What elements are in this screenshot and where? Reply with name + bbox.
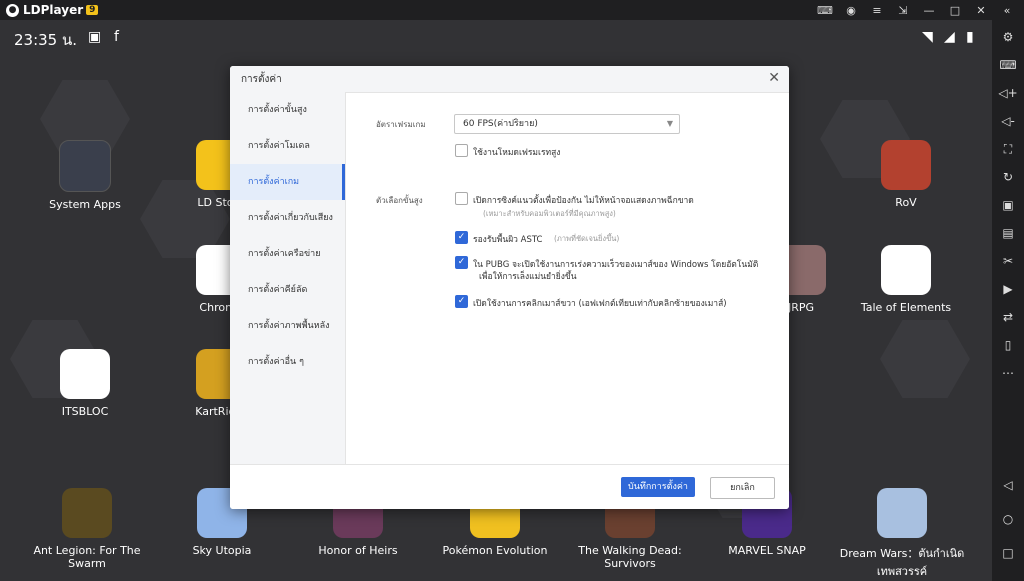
astc-note: (ภาพที่ชัดเจนยิ่งขึ้น) (554, 234, 620, 243)
apk-icon[interactable]: ▤ (992, 226, 1024, 240)
dialog-header: การตั้งค่า ✕ (230, 66, 789, 93)
status-bar: 23:35 น. ▣ f ◥ ◢ ▮ (0, 20, 992, 56)
sync-icon[interactable]: ⇄ (992, 310, 1024, 324)
app-label: Pokémon Evolution (442, 544, 548, 557)
app-ant-legion[interactable]: Ant Legion: For The Swarm (32, 488, 142, 570)
app-label: The Walking Dead: Survivors (578, 544, 682, 570)
facebook-icon: f (114, 29, 119, 45)
settings-dialog: การตั้งค่า ✕ การตั้งค่าขั้นสูง การตั้งค่… (230, 66, 789, 509)
app-dream-wars[interactable]: Dream Wars：ตันกำเนิดเทพสวรรค์ (837, 488, 967, 580)
pubg-mouse-label-2: เพื่อให้การเล็งแม่นยำยิ่งขึ้น (479, 272, 577, 282)
app-label: System Apps (49, 198, 121, 211)
rotate-icon[interactable]: ↻ (992, 170, 1024, 184)
recents-icon[interactable]: □ (992, 546, 1024, 560)
shake-icon[interactable]: ▯ (992, 338, 1024, 352)
vsync-label: เปิดการซิงค์แนวตั้งเพื่อป้องกัน ไม่ให้หน… (473, 196, 694, 206)
dialog-title: การตั้งค่า (241, 74, 282, 85)
account-icon[interactable]: ◉ (838, 0, 864, 20)
settings-nav: การตั้งค่าขั้นสูง การตั้งค่าโมเดล การตั้… (230, 92, 346, 464)
menu-icon[interactable]: ≡ (864, 0, 890, 20)
advanced-label: ตัวเลือกขั้นสูง (376, 196, 423, 205)
scissors-icon[interactable]: ✂ (992, 254, 1024, 268)
nav-shortcuts[interactable]: การตั้งค่าคีย์ลัด (230, 272, 345, 308)
right-toolbar: ⚙ ⌨ ◁+ ◁- ⛶ ↻ ▣ ▤ ✂ ▶ ⇄ ▯ ⋯ ◁ ○ □ (992, 20, 1024, 581)
astc-label: รองรับพื้นผิว ASTC (473, 235, 543, 245)
right-click-label: เปิดใช้งานการคลิกเมาส์ขวา (เอฟเฟกต์เทียบ… (473, 299, 727, 309)
app-label: Sky Utopia (192, 544, 252, 557)
volume-down-icon[interactable]: ◁- (992, 114, 1024, 128)
settings-icon[interactable]: ⚙ (992, 30, 1024, 44)
app-label: MARVEL SNAP (728, 544, 806, 557)
app-label: Ant Legion: For The Swarm (33, 544, 141, 570)
home-icon[interactable]: ○ (992, 512, 1024, 526)
image-icon: ▣ (88, 29, 102, 45)
app-label: ITSBLOC (61, 405, 109, 418)
back-icon[interactable]: ◁ (992, 478, 1024, 492)
rov-icon (881, 140, 931, 190)
nav-other[interactable]: การตั้งค่าอื่น ๆ (230, 344, 345, 380)
clock: 23:35 น. (14, 31, 78, 49)
nav-wallpaper[interactable]: การตั้งค่าภาพพื้นหลัง (230, 308, 345, 344)
itsbloc-icon (60, 349, 110, 399)
fps-label: อัตราเฟรมเกม (376, 120, 426, 129)
close-icon[interactable]: ✕ (968, 0, 994, 20)
high-fps-checkbox[interactable] (455, 144, 468, 157)
nav-model[interactable]: การตั้งค่าโมเดล (230, 128, 345, 164)
bg-hex (880, 320, 970, 398)
astc-checkbox[interactable]: ✓ (455, 231, 468, 244)
app-logo: ● LDPlayer 9 (6, 3, 99, 17)
more-icon[interactable]: ⋯ (992, 366, 1024, 380)
title-bar: ● LDPlayer 9 ⌨ ◉ ≡ ⇲ — □ ✕ « (0, 0, 1024, 20)
app-label: Dream Wars：ตันกำเนิดเทพสวรรค์ (839, 547, 965, 578)
vsync-note: (เหมาะสำหรับคอมพิวเตอร์ที่มีคุณภาพสูง) (483, 209, 616, 218)
volume-up-icon[interactable]: ◁+ (992, 86, 1024, 100)
high-fps-label: ใช้งานโหมดเฟรมเรทสูง (473, 148, 561, 158)
app-label: Honor of Heirs (318, 544, 398, 557)
app-label: JRPG (787, 301, 815, 314)
maximize-icon[interactable]: □ (942, 0, 968, 20)
signal-icon: ◢ (944, 29, 955, 45)
version-badge: 9 (86, 5, 99, 15)
close-icon[interactable]: ✕ (768, 70, 780, 86)
gamepad-icon[interactable]: ⌨ (812, 0, 838, 20)
nav-game[interactable]: การตั้งค่าเกม (230, 164, 345, 200)
system-apps-icon (59, 140, 111, 192)
keyboard-icon[interactable]: ⌨ (992, 58, 1024, 72)
dialog-footer: บันทึกการตั้งค่า ยกเลิก (230, 464, 789, 509)
app-system-apps[interactable]: System Apps (30, 140, 140, 211)
fullscreen-icon[interactable]: ⛶ (992, 142, 1024, 157)
chevron-down-icon: ▼ (666, 119, 673, 128)
app-rov[interactable]: RoV (851, 140, 961, 209)
right-click-checkbox[interactable]: ✓ (455, 295, 468, 308)
app-name: LDPlayer (23, 3, 84, 17)
app-label: Tale of Elements (860, 301, 952, 314)
app-tale-of-elements[interactable]: Tale of Elements (851, 245, 961, 314)
app-label: RoV (895, 196, 917, 209)
fps-value: 60 FPS(ค่าปริยาย) (463, 119, 538, 129)
external-icon[interactable]: ⇲ (890, 0, 916, 20)
dream-wars-icon (877, 488, 927, 538)
save-button[interactable]: บันทึกการตั้งค่า (621, 477, 695, 497)
record-icon[interactable]: ▶ (992, 282, 1024, 296)
ant-legion-icon (62, 488, 112, 538)
nav-network[interactable]: การตั้งค่าเครือข่าย (230, 236, 345, 272)
vsync-checkbox[interactable] (455, 192, 468, 205)
collapse-icon[interactable]: « (994, 0, 1020, 20)
tale-of-elements-icon (881, 245, 931, 295)
settings-content: อัตราเฟรมเกม 60 FPS(ค่าปริยาย) ▼ ใช้งานโ… (346, 92, 789, 464)
fps-select[interactable]: 60 FPS(ค่าปริยาย) ▼ (454, 114, 680, 134)
screenshot-icon[interactable]: ▣ (992, 198, 1024, 212)
wifi-icon: ◥ (922, 29, 933, 45)
ldplayer-logo-icon: ● (6, 3, 19, 17)
pubg-mouse-checkbox[interactable]: ✓ (455, 256, 468, 269)
nav-sound[interactable]: การตั้งค่าเกี่ยวกับเสียง (230, 200, 345, 236)
nav-advanced[interactable]: การตั้งค่าขั้นสูง (230, 92, 345, 128)
cancel-button[interactable]: ยกเลิก (710, 477, 775, 499)
app-itsbloc[interactable]: ITSBLOC (30, 349, 140, 418)
battery-icon: ▮ (966, 29, 974, 45)
minimize-icon[interactable]: — (916, 0, 942, 20)
